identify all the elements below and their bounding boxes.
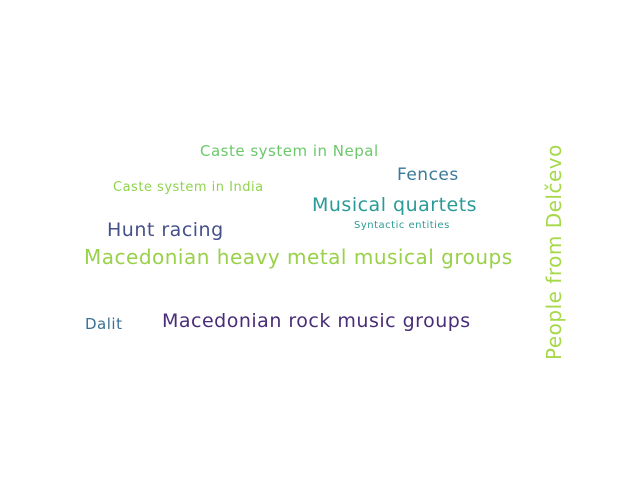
word-macedonian-rock-music-groups: Macedonian rock music groups [162,310,471,332]
word-musical-quartets: Musical quartets [312,194,478,216]
word-dalit: Dalit [85,315,123,333]
word-caste-system-in-nepal: Caste system in Nepal [200,142,379,160]
word-hunt-racing: Hunt racing [107,219,224,241]
word-fences: Fences [397,165,459,185]
word-macedonian-heavy-metal-musical-groups: Macedonian heavy metal musical groups [84,245,513,269]
word-syntactic-entities: Syntactic entities [354,220,450,231]
word-people-from-delcevo: People from Delčevo [542,144,566,360]
word-caste-system-in-india: Caste system in India [113,180,264,195]
word-cloud: Caste system in Nepal Fences Caste syste… [0,0,640,480]
